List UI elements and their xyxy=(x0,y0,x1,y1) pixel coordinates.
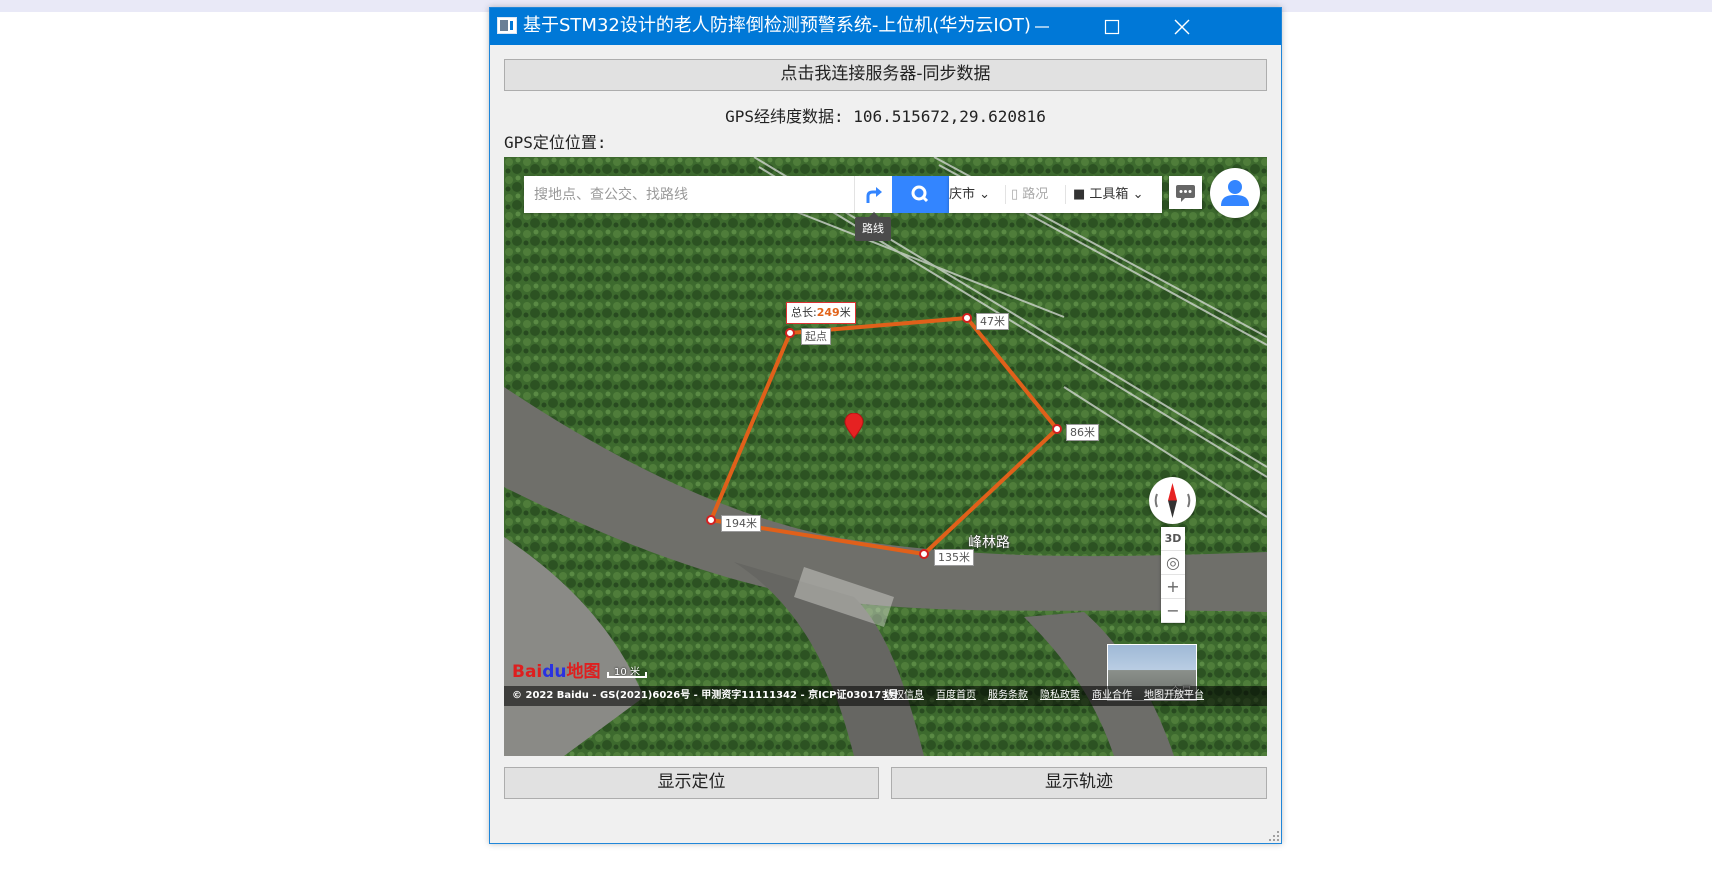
show-track-button[interactable]: 显示轨迹 xyxy=(891,767,1267,799)
locate-icon: ◎ xyxy=(1166,553,1180,572)
chevron-down-icon: ⌄ xyxy=(975,187,991,202)
traffic-light-icon: ▯ xyxy=(1011,187,1023,202)
total-length-label: 总长:249米 xyxy=(786,302,856,324)
map-zoom-controls: 3D ◎ + − xyxy=(1161,527,1185,623)
user-icon xyxy=(1221,180,1249,206)
zoom-in-button[interactable]: + xyxy=(1161,575,1185,599)
footer-link[interactable]: 商业合作 xyxy=(1092,690,1132,701)
minimize-icon xyxy=(1035,26,1049,28)
gps-position-label: GPS定位位置: xyxy=(504,133,607,152)
zoom-out-button[interactable]: − xyxy=(1161,599,1185,623)
location-marker-icon xyxy=(844,413,864,439)
footer-link[interactable]: 版权信息 xyxy=(884,690,924,701)
route-icon xyxy=(866,187,882,203)
minimize-button[interactable] xyxy=(1007,8,1077,45)
close-button[interactable] xyxy=(1147,8,1217,45)
copyright-text: © 2022 Baidu - GS(2021)6026号 - 甲测资字11111… xyxy=(512,690,899,701)
maximize-button[interactable] xyxy=(1077,8,1147,45)
distance-label: 47米 xyxy=(976,313,1009,330)
gps-data-label: GPS经纬度数据: xyxy=(725,107,844,126)
window-title: 基于STM32设计的老人防摔倒检测预警系统-上位机(华为云IOT) xyxy=(523,15,1031,36)
map-search-button[interactable] xyxy=(892,176,949,213)
divider xyxy=(1005,185,1006,204)
baidu-logo: Baidu地图 xyxy=(512,662,601,682)
footer-link[interactable]: 服务条款 xyxy=(988,690,1028,701)
locate-button[interactable]: ◎ xyxy=(1161,551,1185,575)
title-bar[interactable]: 基于STM32设计的老人防摔倒检测预警系统-上位机(华为云IOT) xyxy=(490,8,1281,45)
map-toolbar: 庆市 ⌄ ▯ 路况 ■ 工具箱 ⌄ xyxy=(949,176,1162,213)
toolbox-button[interactable]: ■ 工具箱 ⌄ xyxy=(1073,176,1143,213)
user-avatar[interactable] xyxy=(1210,168,1260,218)
app-icon xyxy=(497,17,517,34)
traffic-button[interactable]: ▯ 路况 xyxy=(1011,176,1048,213)
toolbox-icon: ■ xyxy=(1073,187,1090,202)
start-point-label: 起点 xyxy=(801,328,831,345)
message-icon xyxy=(1176,185,1195,202)
route-tooltip: 路线 xyxy=(855,212,891,241)
city-selector[interactable]: 庆市 ⌄ xyxy=(949,176,990,213)
show-location-button[interactable]: 显示定位 xyxy=(504,767,879,799)
gps-data-line: GPS经纬度数据: 106.515672,29.620816 xyxy=(490,103,1281,127)
map-scale-bar: 10 米 xyxy=(607,667,647,679)
distance-label: 194米 xyxy=(721,515,761,532)
compass-icon xyxy=(1154,483,1191,518)
message-button[interactable] xyxy=(1169,176,1202,209)
connect-server-button[interactable]: 点击我连接服务器-同步数据 xyxy=(504,59,1267,91)
map-view[interactable]: 总长:249米 起点 47米 86米 135米 194米 峰林路 路线 庆市 ⌄… xyxy=(504,157,1267,756)
3d-toggle-button[interactable]: 3D xyxy=(1161,527,1185,551)
maximize-icon xyxy=(1104,19,1120,35)
compass-control[interactable] xyxy=(1149,477,1196,524)
distance-label: 86米 xyxy=(1066,424,1099,441)
route-button[interactable] xyxy=(854,176,892,213)
chevron-down-icon: ⌄ xyxy=(1128,187,1144,202)
map-search-box xyxy=(524,176,854,213)
gps-data-value: 106.515672,29.620816 xyxy=(853,107,1046,126)
footer-links: 版权信息 百度首页 服务条款 隐私政策 商业合作 地图开放平台 xyxy=(884,686,1216,706)
footer-link[interactable]: 隐私政策 xyxy=(1040,690,1080,701)
footer-link[interactable]: 地图开放平台 xyxy=(1144,690,1204,701)
divider xyxy=(1065,185,1066,204)
close-icon xyxy=(1174,19,1190,35)
resize-grip-icon[interactable] xyxy=(1269,831,1279,841)
road-name-label: 峰林路 xyxy=(968,535,1010,551)
map-copyright-bar: © 2022 Baidu - GS(2021)6026号 - 甲测资字11111… xyxy=(504,686,1267,706)
search-icon xyxy=(911,185,929,203)
scale-bar-icon xyxy=(607,672,647,678)
app-window: 基于STM32设计的老人防摔倒检测预警系统-上位机(华为云IOT) 点击我连接服… xyxy=(489,7,1282,844)
footer-link[interactable]: 百度首页 xyxy=(936,690,976,701)
map-search-input[interactable] xyxy=(524,176,844,213)
